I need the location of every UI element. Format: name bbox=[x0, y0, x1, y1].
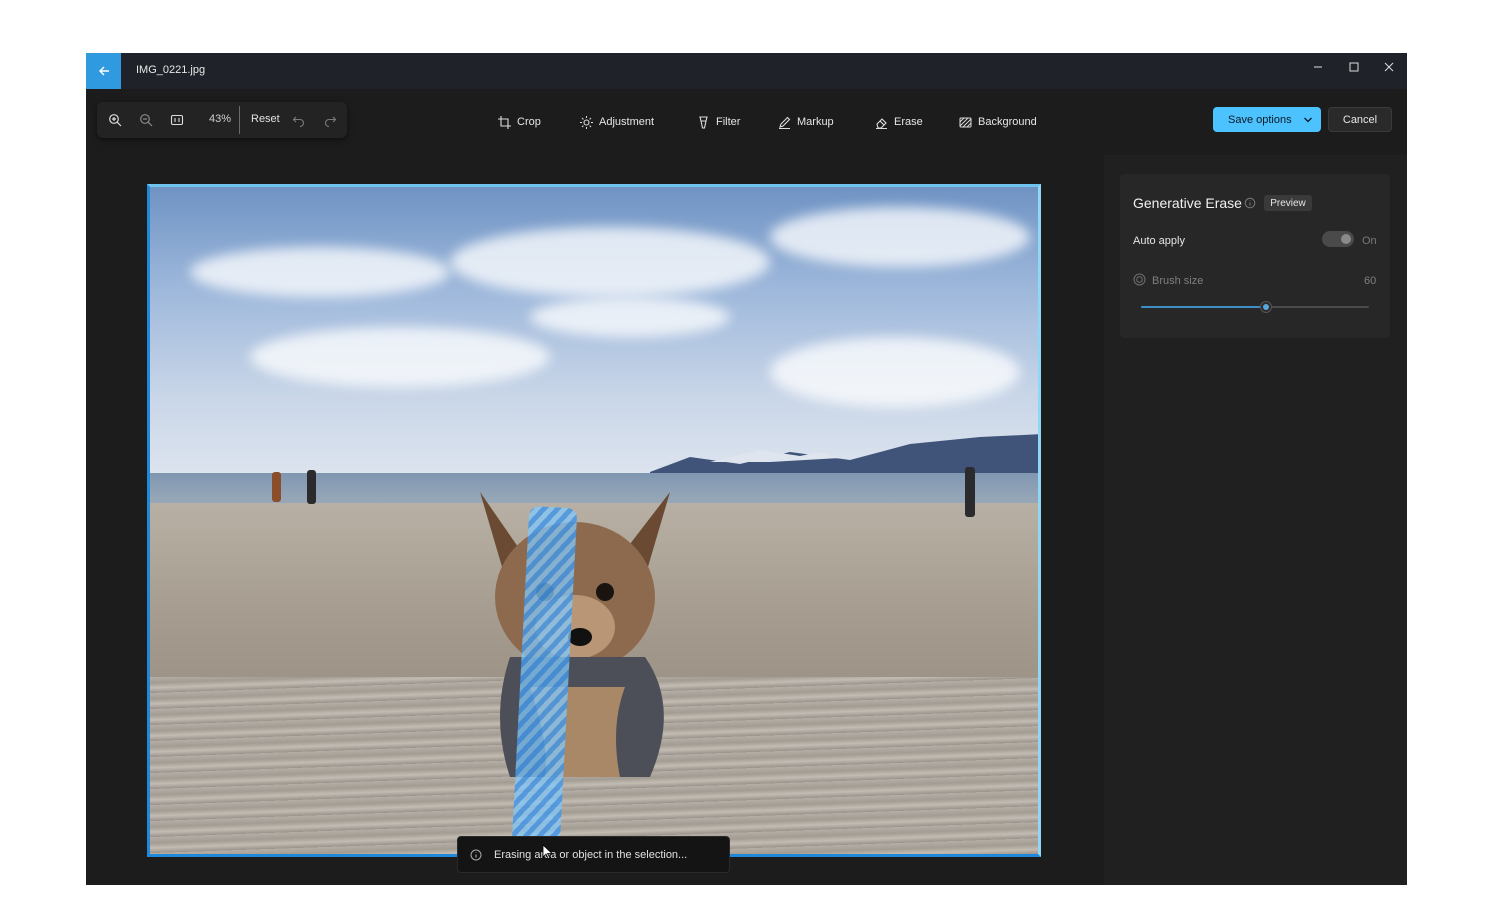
crop-icon bbox=[498, 115, 511, 129]
arrow-left-icon bbox=[98, 66, 109, 76]
tool-label: Filter bbox=[716, 116, 741, 128]
tool-erase[interactable]: Erase bbox=[875, 111, 923, 133]
photo-cloud bbox=[770, 337, 1020, 407]
status-message: Erasing area or object in the selection.… bbox=[494, 848, 688, 861]
tool-filter[interactable]: Filter bbox=[697, 111, 740, 133]
photo-cloud bbox=[450, 227, 770, 297]
erase-side-panel: Generative Erase Preview Auto apply On B… bbox=[1104, 155, 1407, 885]
minimize-icon bbox=[1314, 66, 1322, 68]
status-toast: Erasing area or object in the selection.… bbox=[457, 836, 730, 873]
reset-button[interactable]: Reset bbox=[251, 113, 280, 125]
toolbar: 43% Reset Crop Adjustment Filter Markup bbox=[86, 89, 1407, 170]
slider-fill bbox=[1141, 306, 1267, 308]
zoom-level[interactable]: 43% bbox=[209, 113, 231, 125]
brush-size-icon bbox=[1133, 273, 1146, 286]
brightness-icon bbox=[580, 115, 593, 129]
background-icon bbox=[959, 117, 972, 127]
auto-apply-state: On bbox=[1362, 235, 1377, 247]
tool-label: Crop bbox=[517, 116, 541, 128]
brush-size-value: 60 bbox=[1364, 275, 1377, 287]
auto-apply-label: Auto apply bbox=[1133, 235, 1185, 247]
maximize-icon bbox=[1349, 62, 1359, 72]
redo-button[interactable] bbox=[321, 111, 339, 129]
minimize-button[interactable] bbox=[1305, 57, 1331, 77]
photo[interactable] bbox=[147, 184, 1041, 857]
mouse-cursor-icon bbox=[542, 844, 554, 860]
eraser-icon bbox=[876, 117, 887, 129]
zoom-controls: 43% Reset bbox=[97, 102, 347, 138]
photo-cloud bbox=[250, 327, 550, 387]
undo-icon bbox=[292, 116, 305, 127]
slider-thumb[interactable] bbox=[1260, 301, 1273, 313]
zoom-out-icon bbox=[140, 114, 153, 127]
photo-person bbox=[307, 470, 316, 504]
close-button[interactable] bbox=[1376, 57, 1402, 77]
pen-icon bbox=[779, 116, 791, 129]
tool-label: Background bbox=[978, 116, 1037, 128]
chevron-down-icon bbox=[1304, 117, 1312, 123]
tool-markup[interactable]: Markup bbox=[778, 111, 834, 133]
zoom-out-button[interactable] bbox=[137, 111, 155, 129]
close-icon bbox=[1384, 62, 1394, 72]
image-canvas: Erasing area or object in the selection.… bbox=[86, 155, 1104, 885]
photo-person bbox=[272, 472, 281, 502]
brush-size-label: Brush size bbox=[1152, 275, 1204, 287]
auto-apply-toggle[interactable] bbox=[1322, 231, 1354, 247]
preview-badge: Preview bbox=[1264, 195, 1312, 211]
photo-cloud bbox=[770, 207, 1030, 267]
photo-cloud bbox=[530, 297, 730, 337]
redo-icon bbox=[324, 116, 337, 127]
save-options-button[interactable]: Save options bbox=[1213, 107, 1321, 132]
tool-adjustment[interactable]: Adjustment bbox=[580, 111, 654, 133]
back-button[interactable] bbox=[86, 53, 121, 89]
info-icon[interactable] bbox=[1244, 197, 1256, 209]
tool-label: Erase bbox=[894, 116, 923, 128]
tool-crop[interactable]: Crop bbox=[498, 111, 541, 133]
tool-label: Adjustment bbox=[599, 116, 655, 128]
photos-app-window: IMG_0221.jpg 43% Reset Crop Adjustment F… bbox=[86, 53, 1407, 885]
tool-background[interactable]: Background bbox=[959, 111, 1037, 133]
brush-size-slider[interactable] bbox=[1141, 301, 1369, 313]
actual-size-button[interactable] bbox=[168, 111, 186, 129]
generative-erase-card: Generative Erase Preview Auto apply On B… bbox=[1120, 174, 1390, 338]
filter-icon bbox=[699, 115, 708, 129]
toggle-knob bbox=[1341, 234, 1351, 244]
info-icon bbox=[470, 849, 482, 860]
zoom-in-button[interactable] bbox=[106, 111, 124, 129]
maximize-button[interactable] bbox=[1341, 57, 1367, 77]
save-options-label: Save options bbox=[1228, 113, 1292, 126]
file-name: IMG_0221.jpg bbox=[136, 64, 206, 76]
divider bbox=[239, 106, 240, 134]
actual-size-icon bbox=[170, 114, 184, 126]
tool-label: Markup bbox=[797, 116, 834, 128]
photo-cloud bbox=[190, 247, 450, 297]
panel-title: Generative Erase bbox=[1133, 195, 1242, 211]
cancel-button[interactable]: Cancel bbox=[1328, 107, 1392, 132]
undo-button[interactable] bbox=[290, 111, 308, 129]
zoom-in-icon bbox=[109, 114, 122, 127]
photo-mountains bbox=[650, 434, 1038, 477]
photo-person bbox=[965, 467, 975, 517]
title-bar: IMG_0221.jpg bbox=[86, 53, 1407, 89]
